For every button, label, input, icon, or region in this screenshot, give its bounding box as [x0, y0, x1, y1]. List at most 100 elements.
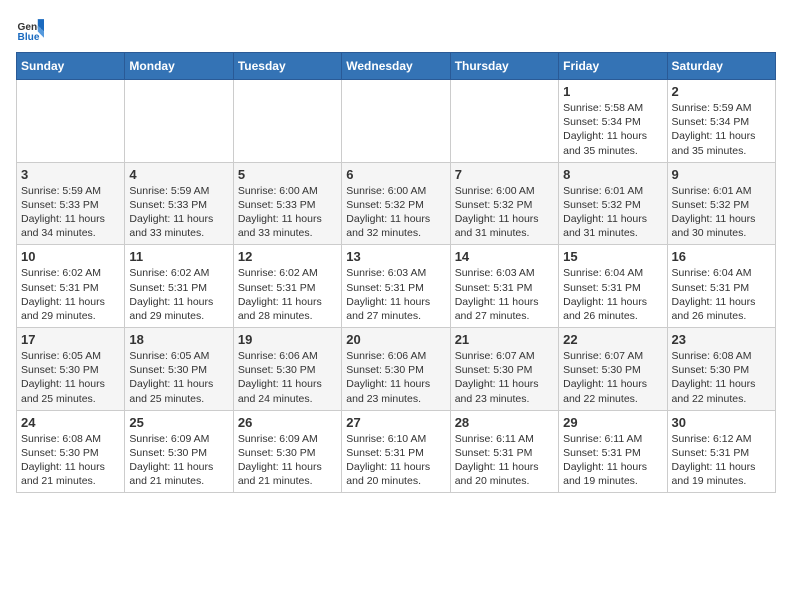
weekday-header-saturday: Saturday — [667, 53, 775, 80]
svg-text:Blue: Blue — [18, 32, 40, 43]
calendar-week-row: 1 Sunrise: 5:58 AM Sunset: 5:34 PM Daylig… — [17, 80, 776, 163]
day-info: Sunrise: 6:03 AM Sunset: 5:31 PM Dayligh… — [346, 266, 445, 323]
calendar-cell: 3 Sunrise: 5:59 AM Sunset: 5:33 PM Daylig… — [17, 162, 125, 245]
calendar-cell: 19Sunrise: 6:06 AM Sunset: 5:30 PM Dayli… — [233, 328, 341, 411]
weekday-header-wednesday: Wednesday — [342, 53, 450, 80]
calendar-week-row: 10 Sunrise: 6:02 AM Sunset: 5:31 PM Dayli… — [17, 245, 776, 328]
day-number: 26 — [238, 415, 337, 430]
day-number: 30 — [672, 415, 771, 430]
weekday-header-tuesday: Tuesday — [233, 53, 341, 80]
calendar-cell: 2Sunrise: 5:59 AM Sunset: 5:34 PM Daylig… — [667, 80, 775, 163]
calendar-cell: 5 Sunrise: 6:00 AM Sunset: 5:33 PM Daylig… — [233, 162, 341, 245]
day-number: 5 — [238, 167, 337, 182]
day-info: Sunrise: 6:11 AM Sunset: 5:31 PM Dayligh… — [455, 432, 554, 489]
calendar-cell: 20 Sunrise: 6:06 AM Sunset: 5:30 PM Dayli… — [342, 328, 450, 411]
day-number: 15 — [563, 249, 662, 264]
calendar-cell: 8Sunrise: 6:01 AM Sunset: 5:32 PM Daylig… — [559, 162, 667, 245]
day-number: 12 — [238, 249, 337, 264]
calendar-cell: 6 Sunrise: 6:00 AM Sunset: 5:32 PM Daylig… — [342, 162, 450, 245]
day-number: 3 — [21, 167, 120, 182]
day-info: Sunrise: 5:58 AM Sunset: 5:34 PM Dayligh… — [563, 101, 662, 158]
day-number: 18 — [129, 332, 228, 347]
day-number: 28 — [455, 415, 554, 430]
calendar-cell — [17, 80, 125, 163]
calendar-cell: 24 Sunrise: 6:08 AM Sunset: 5:30 PM Dayli… — [17, 410, 125, 493]
day-info: Sunrise: 6:01 AM Sunset: 5:32 PM Dayligh… — [563, 184, 662, 241]
day-info: Sunrise: 6:07 AM Sunset: 5:30 PM Dayligh… — [563, 349, 662, 406]
day-info: Sunrise: 6:07 AM Sunset: 5:30 PM Dayligh… — [455, 349, 554, 406]
calendar-cell: 18 Sunrise: 6:05 AM Sunset: 5:30 PM Dayli… — [125, 328, 233, 411]
day-number: 1 — [563, 84, 662, 99]
day-info: Sunrise: 5:59 AM Sunset: 5:34 PM Dayligh… — [672, 101, 771, 158]
day-number: 17 — [21, 332, 120, 347]
day-number: 7 — [455, 167, 554, 182]
day-info: Sunrise: 6:09 AM Sunset: 5:30 PM Dayligh… — [129, 432, 228, 489]
day-number: 29 — [563, 415, 662, 430]
calendar-cell — [450, 80, 558, 163]
calendar-cell: 17 Sunrise: 6:05 AM Sunset: 5:30 PM Dayli… — [17, 328, 125, 411]
calendar-table: SundayMondayTuesdayWednesdayThursdayFrid… — [16, 52, 776, 493]
day-info: Sunrise: 6:00 AM Sunset: 5:32 PM Dayligh… — [346, 184, 445, 241]
day-number: 16 — [672, 249, 771, 264]
day-number: 10 — [21, 249, 120, 264]
calendar-cell: 4 Sunrise: 5:59 AM Sunset: 5:33 PM Daylig… — [125, 162, 233, 245]
day-info: Sunrise: 6:06 AM Sunset: 5:30 PM Dayligh… — [346, 349, 445, 406]
day-number: 27 — [346, 415, 445, 430]
day-info: Sunrise: 6:11 AM Sunset: 5:31 PM Dayligh… — [563, 432, 662, 489]
day-number: 14 — [455, 249, 554, 264]
weekday-header-friday: Friday — [559, 53, 667, 80]
logo: General Blue — [16, 16, 48, 44]
day-number: 21 — [455, 332, 554, 347]
calendar-cell: 14 Sunrise: 6:03 AM Sunset: 5:31 PM Dayli… — [450, 245, 558, 328]
day-number: 6 — [346, 167, 445, 182]
day-info: Sunrise: 6:00 AM Sunset: 5:33 PM Dayligh… — [238, 184, 337, 241]
day-info: Sunrise: 6:08 AM Sunset: 5:30 PM Dayligh… — [21, 432, 120, 489]
day-number: 19 — [238, 332, 337, 347]
day-info: Sunrise: 6:02 AM Sunset: 5:31 PM Dayligh… — [238, 266, 337, 323]
day-number: 24 — [21, 415, 120, 430]
calendar-week-row: 24 Sunrise: 6:08 AM Sunset: 5:30 PM Dayli… — [17, 410, 776, 493]
calendar-cell: 15 Sunrise: 6:04 AM Sunset: 5:31 PM Dayli… — [559, 245, 667, 328]
calendar-cell: 30 Sunrise: 6:12 AM Sunset: 5:31 PM Dayli… — [667, 410, 775, 493]
calendar-cell: 25 Sunrise: 6:09 AM Sunset: 5:30 PM Dayli… — [125, 410, 233, 493]
day-number: 9 — [672, 167, 771, 182]
day-info: Sunrise: 6:09 AM Sunset: 5:30 PM Dayligh… — [238, 432, 337, 489]
calendar-cell — [233, 80, 341, 163]
day-info: Sunrise: 6:04 AM Sunset: 5:31 PM Dayligh… — [672, 266, 771, 323]
calendar-cell: 29 Sunrise: 6:11 AM Sunset: 5:31 PM Dayli… — [559, 410, 667, 493]
calendar-cell: 26 Sunrise: 6:09 AM Sunset: 5:30 PM Dayli… — [233, 410, 341, 493]
general-blue-logo-icon: General Blue — [16, 16, 44, 44]
day-info: Sunrise: 5:59 AM Sunset: 5:33 PM Dayligh… — [21, 184, 120, 241]
weekday-header-sunday: Sunday — [17, 53, 125, 80]
day-info: Sunrise: 5:59 AM Sunset: 5:33 PM Dayligh… — [129, 184, 228, 241]
day-number: 4 — [129, 167, 228, 182]
day-info: Sunrise: 6:02 AM Sunset: 5:31 PM Dayligh… — [21, 266, 120, 323]
calendar-cell: 1 Sunrise: 5:58 AM Sunset: 5:34 PM Daylig… — [559, 80, 667, 163]
calendar-cell: 13 Sunrise: 6:03 AM Sunset: 5:31 PM Dayli… — [342, 245, 450, 328]
day-info: Sunrise: 6:03 AM Sunset: 5:31 PM Dayligh… — [455, 266, 554, 323]
calendar-cell: 16 Sunrise: 6:04 AM Sunset: 5:31 PM Dayli… — [667, 245, 775, 328]
calendar-cell: 22Sunrise: 6:07 AM Sunset: 5:30 PM Dayli… — [559, 328, 667, 411]
calendar-cell — [125, 80, 233, 163]
day-info: Sunrise: 6:12 AM Sunset: 5:31 PM Dayligh… — [672, 432, 771, 489]
day-number: 23 — [672, 332, 771, 347]
day-number: 20 — [346, 332, 445, 347]
page-header: General Blue — [16, 16, 776, 44]
day-info: Sunrise: 6:04 AM Sunset: 5:31 PM Dayligh… — [563, 266, 662, 323]
calendar-cell — [342, 80, 450, 163]
calendar-cell: 12 Sunrise: 6:02 AM Sunset: 5:31 PM Dayli… — [233, 245, 341, 328]
day-number: 13 — [346, 249, 445, 264]
calendar-cell: 28 Sunrise: 6:11 AM Sunset: 5:31 PM Dayli… — [450, 410, 558, 493]
day-info: Sunrise: 6:02 AM Sunset: 5:31 PM Dayligh… — [129, 266, 228, 323]
calendar-header-row: SundayMondayTuesdayWednesdayThursdayFrid… — [17, 53, 776, 80]
day-info: Sunrise: 6:05 AM Sunset: 5:30 PM Dayligh… — [129, 349, 228, 406]
day-info: Sunrise: 6:01 AM Sunset: 5:32 PM Dayligh… — [672, 184, 771, 241]
day-info: Sunrise: 6:05 AM Sunset: 5:30 PM Dayligh… — [21, 349, 120, 406]
weekday-header-thursday: Thursday — [450, 53, 558, 80]
day-info: Sunrise: 6:08 AM Sunset: 5:30 PM Dayligh… — [672, 349, 771, 406]
day-number: 25 — [129, 415, 228, 430]
calendar-cell: 10 Sunrise: 6:02 AM Sunset: 5:31 PM Dayli… — [17, 245, 125, 328]
calendar-cell: 21 Sunrise: 6:07 AM Sunset: 5:30 PM Dayli… — [450, 328, 558, 411]
weekday-header-monday: Monday — [125, 53, 233, 80]
calendar-cell: 23 Sunrise: 6:08 AM Sunset: 5:30 PM Dayli… — [667, 328, 775, 411]
